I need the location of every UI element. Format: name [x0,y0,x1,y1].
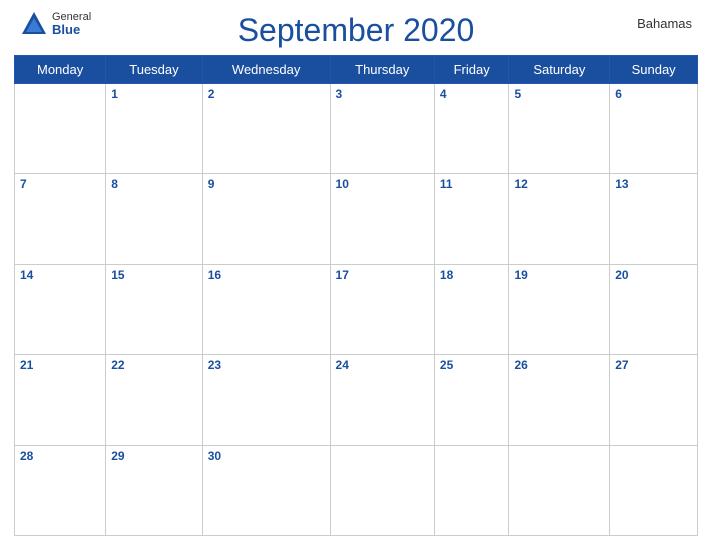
day-cell: 27 [610,355,698,445]
day-cell: 21 [15,355,106,445]
day-cell [610,445,698,535]
week-row-2: 7 8 9 10 11 12 13 [15,174,698,264]
day-cell: 13 [610,174,698,264]
day-cell [330,445,434,535]
day-cell [434,445,509,535]
page-header: General Blue September 2020 Bahamas [0,0,712,55]
logo: General Blue [20,10,91,38]
day-cell: 22 [106,355,202,445]
logo-icon [20,10,48,38]
day-cell: 20 [610,264,698,354]
col-tuesday: Tuesday [106,56,202,84]
logo-text: General Blue [52,12,91,36]
day-cell: 16 [202,264,330,354]
day-cell: 4 [434,84,509,174]
col-sunday: Sunday [610,56,698,84]
page-title: September 2020 [238,12,475,49]
calendar-container: Monday Tuesday Wednesday Thursday Friday… [0,55,712,550]
day-cell: 7 [15,174,106,264]
country-label: Bahamas [637,16,692,31]
day-cell: 9 [202,174,330,264]
day-cell: 10 [330,174,434,264]
day-cell: 1 [106,84,202,174]
day-cell: 8 [106,174,202,264]
weekday-header-row: Monday Tuesday Wednesday Thursday Friday… [15,56,698,84]
day-cell: 15 [106,264,202,354]
day-cell: 18 [434,264,509,354]
col-wednesday: Wednesday [202,56,330,84]
day-cell: 24 [330,355,434,445]
col-monday: Monday [15,56,106,84]
col-saturday: Saturday [509,56,610,84]
day-cell: 19 [509,264,610,354]
day-cell: 11 [434,174,509,264]
day-cell: 14 [15,264,106,354]
calendar-table: Monday Tuesday Wednesday Thursday Friday… [14,55,698,536]
day-cell: 25 [434,355,509,445]
week-row-4: 21 22 23 24 25 26 27 [15,355,698,445]
day-cell: 26 [509,355,610,445]
week-row-5: 28 29 30 [15,445,698,535]
week-row-3: 14 15 16 17 18 19 20 [15,264,698,354]
day-cell: 2 [202,84,330,174]
day-cell: 29 [106,445,202,535]
day-cell: 28 [15,445,106,535]
week-row-1: 1 2 3 4 5 6 [15,84,698,174]
day-cell: 3 [330,84,434,174]
day-cell: 30 [202,445,330,535]
day-cell: 12 [509,174,610,264]
logo-blue: Blue [52,23,91,36]
col-friday: Friday [434,56,509,84]
day-cell: 17 [330,264,434,354]
day-cell: 6 [610,84,698,174]
day-cell [509,445,610,535]
col-thursday: Thursday [330,56,434,84]
day-cell [15,84,106,174]
day-cell: 5 [509,84,610,174]
day-cell: 23 [202,355,330,445]
